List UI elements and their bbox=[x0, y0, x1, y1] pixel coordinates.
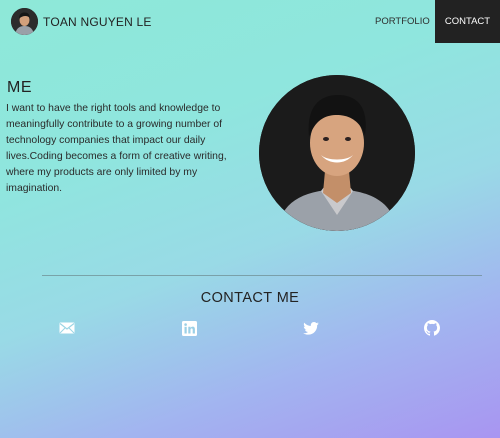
mail-icon[interactable] bbox=[58, 319, 76, 337]
linkedin-icon[interactable] bbox=[180, 319, 198, 337]
profile-portrait bbox=[259, 75, 415, 231]
twitter-icon[interactable] bbox=[302, 319, 320, 337]
nav-contact-button[interactable]: CONTACT bbox=[435, 0, 500, 43]
top-navigation: TOAN NGUYEN LE PORTFOLIO CONTACT bbox=[0, 0, 500, 43]
brand-name: TOAN NGUYEN LE bbox=[43, 14, 152, 29]
about-heading: ME bbox=[7, 79, 32, 96]
brand-link[interactable]: TOAN NGUYEN LE bbox=[11, 8, 152, 35]
nav-portfolio-link[interactable]: PORTFOLIO bbox=[375, 0, 430, 43]
contact-heading: CONTACT ME bbox=[200, 290, 300, 306]
about-description: I want to have the right tools and knowl… bbox=[6, 103, 227, 194]
portrait-photo bbox=[259, 75, 415, 231]
section-divider bbox=[42, 275, 482, 276]
github-icon[interactable] bbox=[423, 319, 441, 337]
avatar bbox=[11, 8, 38, 35]
avatar-photo bbox=[11, 8, 38, 35]
